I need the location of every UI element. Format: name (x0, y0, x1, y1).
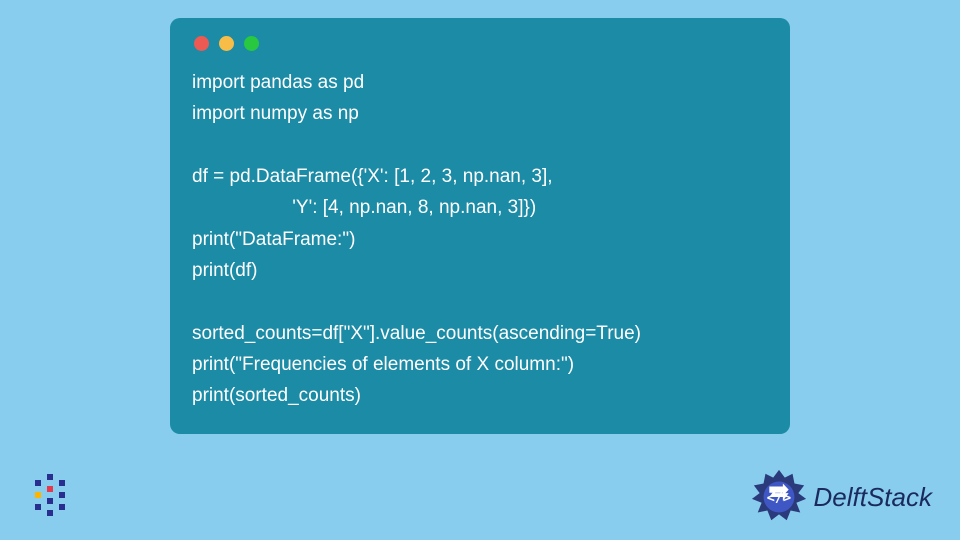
svg-text:</>: </> (766, 490, 790, 506)
window-dot-minimize-icon (219, 36, 234, 51)
window-dot-close-icon (194, 36, 209, 51)
code-block: import pandas as pd import numpy as np d… (192, 67, 768, 412)
brand-right-text: DelftStack (814, 482, 933, 513)
window-dots (192, 36, 768, 51)
brand-right-logo-icon: </> (750, 468, 808, 526)
code-window: import pandas as pd import numpy as np d… (170, 18, 790, 434)
window-dot-maximize-icon (244, 36, 259, 51)
brand-left-logo-icon (32, 474, 72, 518)
brand-right: </> DelftStack (750, 468, 933, 526)
